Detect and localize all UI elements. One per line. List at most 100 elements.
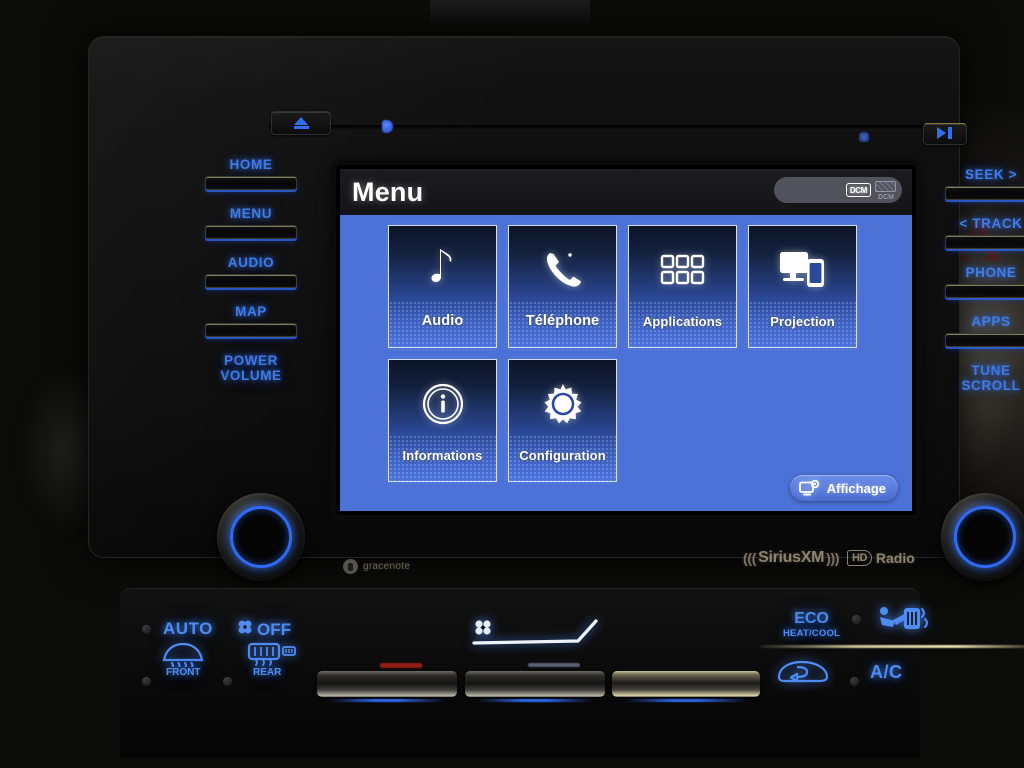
dcm-icon: DCM: [846, 183, 871, 197]
siriusxm-right-waves: ))): [826, 550, 840, 566]
phone-handset-icon: [509, 226, 616, 313]
climate-slider-left[interactable]: [317, 671, 457, 697]
climate-indicator-dot: [142, 677, 151, 686]
climate-control-panel: AUTO OFF FRONT REAR ECO HEAT/COOL A/C: [120, 588, 1024, 758]
screen-title-bar: Menu DCM DCM: [340, 169, 912, 215]
menu-tile-projection[interactable]: Projection: [748, 225, 857, 348]
right-button-column: SEEK > < TRACK PHONE APPS TUNE SCROLL: [935, 167, 1024, 409]
cd-slot-indicator-right: [859, 132, 869, 142]
climate-slider-right[interactable]: [612, 671, 760, 697]
hw-button-track[interactable]: < TRACK: [935, 216, 1024, 249]
power-volume-knob[interactable]: [217, 493, 305, 581]
hw-label-menu: MENU: [229, 206, 273, 221]
hw-button-menu[interactable]: MENU: [195, 206, 307, 239]
page-title: Menu: [352, 176, 424, 207]
menu-tile-audio[interactable]: Audio: [388, 225, 497, 348]
hw-label-phone: PHONE: [965, 265, 1017, 280]
hw-bar-map[interactable]: [205, 323, 297, 337]
dcm-secondary-label: DCM: [878, 194, 894, 201]
cd-slot: [269, 125, 949, 131]
hw-bar-phone[interactable]: [945, 284, 1024, 298]
menu-tile-label-telephone: Téléphone: [525, 313, 600, 329]
menu-tile-applications[interactable]: Applications: [628, 225, 737, 348]
hw-label-seek: SEEK >: [965, 167, 1017, 182]
screen-bezel: Menu DCM DCM Audio Téléphone Application…: [336, 165, 916, 515]
infotainment-screen: Menu DCM DCM Audio Téléphone Application…: [340, 169, 912, 511]
climate-ac-button[interactable]: A/C: [870, 662, 903, 683]
hw-button-phone[interactable]: PHONE: [935, 265, 1024, 298]
info-circle-icon: [389, 360, 496, 448]
hd-radio-label: Radio: [875, 550, 915, 566]
climate-eco-sub-label: HEAT/COOL: [783, 628, 841, 639]
hw-button-map[interactable]: MAP: [195, 304, 307, 337]
gear-icon: [509, 360, 616, 448]
play-pause-button[interactable]: [923, 123, 967, 145]
tune-scroll-label-group: TUNE SCROLL: [935, 363, 1024, 393]
hw-bar-audio[interactable]: [205, 274, 297, 288]
climate-chrome-edge: [760, 645, 1024, 648]
gracenote-label: gracenote: [363, 561, 411, 572]
climate-fan-off-label: OFF: [257, 619, 291, 639]
menu-row-1: Audio Téléphone Applications Projection: [388, 225, 912, 348]
climate-seat-airflow-button[interactable]: [875, 603, 929, 642]
display-settings-label: Affichage: [826, 480, 886, 496]
display-settings-button[interactable]: Affichage: [789, 475, 898, 501]
menu-tile-configuration[interactable]: Configuration: [508, 359, 617, 482]
eject-button[interactable]: [271, 111, 331, 135]
siriusxm-left-waves: (((: [743, 550, 757, 566]
temperature-warm-indicator: [380, 663, 422, 668]
climate-indicator-dot: [852, 615, 861, 624]
menu-tile-label-applications: Applications: [642, 314, 723, 329]
eject-icon: [293, 117, 309, 129]
hw-label-volume: VOLUME: [220, 368, 282, 384]
climate-fan-off-button[interactable]: OFF: [237, 619, 291, 640]
hw-label-map: MAP: [235, 304, 267, 319]
fan-speed-ramp-icon: [470, 617, 610, 654]
menu-row-2: Informations Configuration: [388, 359, 912, 482]
head-unit: HOME MENU AUDIO MAP POWER VOLUME SEEK > …: [88, 36, 1024, 581]
tune-scroll-knob[interactable]: [941, 493, 1024, 581]
menu-tile-label-audio: Audio: [421, 313, 464, 329]
cd-slot-indicator: [382, 120, 393, 133]
hw-button-apps[interactable]: APPS: [935, 314, 1024, 347]
gracenote-mark-icon: [343, 559, 358, 574]
status-bar: DCM DCM: [774, 177, 902, 203]
hw-bar-seek[interactable]: [945, 186, 1024, 200]
climate-front-defrost-label: FRONT: [166, 667, 201, 678]
hw-button-home[interactable]: HOME: [195, 157, 307, 190]
climate-eco-label: ECO: [794, 610, 829, 627]
climate-auto-button[interactable]: AUTO: [163, 619, 213, 639]
hw-button-seek[interactable]: SEEK >: [935, 167, 1024, 200]
fan-speed-indicator: [470, 617, 615, 651]
hw-label-audio: AUDIO: [227, 255, 275, 270]
menu-tile-informations[interactable]: Informations: [388, 359, 497, 482]
hd-radio-logo: HD Radio: [847, 550, 915, 566]
hw-label-apps: APPS: [971, 314, 1011, 329]
hw-label-tune: TUNE: [971, 363, 1011, 378]
top-vent: [430, 0, 590, 26]
hw-button-audio[interactable]: AUDIO: [195, 255, 307, 288]
gracenote-logo: gracenote: [343, 559, 410, 574]
display-settings-icon: [798, 479, 821, 497]
siriusxm-label: SiriusXM: [758, 549, 825, 566]
left-button-column: HOME MENU AUDIO MAP POWER VOLUME: [195, 157, 307, 399]
seat-airflow-icon: [875, 607, 929, 641]
hw-bar-apps[interactable]: [945, 333, 1024, 347]
climate-recirculation-button[interactable]: [775, 657, 831, 690]
climate-indicator-dot: [142, 625, 151, 634]
hw-bar-menu[interactable]: [205, 225, 297, 239]
menu-tile-telephone[interactable]: Téléphone: [508, 225, 617, 348]
power-volume-label-group: POWER VOLUME: [195, 353, 307, 383]
hw-bar-home[interactable]: [205, 176, 297, 190]
menu-grid: Audio Téléphone Applications Projection …: [340, 215, 912, 511]
fan-icon: [237, 619, 253, 640]
hw-bar-track[interactable]: [945, 235, 1024, 249]
climate-slider-center[interactable]: [465, 671, 605, 697]
dcm-secondary-icon: DCM: [873, 179, 899, 201]
temperature-cool-indicator: [528, 663, 580, 667]
air-recirculation-icon: [775, 660, 831, 689]
climate-indicator-dot: [850, 677, 859, 686]
siriusxm-logo: ((( SiriusXM ))): [743, 549, 840, 567]
menu-tile-label-configuration: Configuration: [519, 448, 606, 463]
climate-eco-button[interactable]: ECO HEAT/COOL: [783, 611, 840, 639]
